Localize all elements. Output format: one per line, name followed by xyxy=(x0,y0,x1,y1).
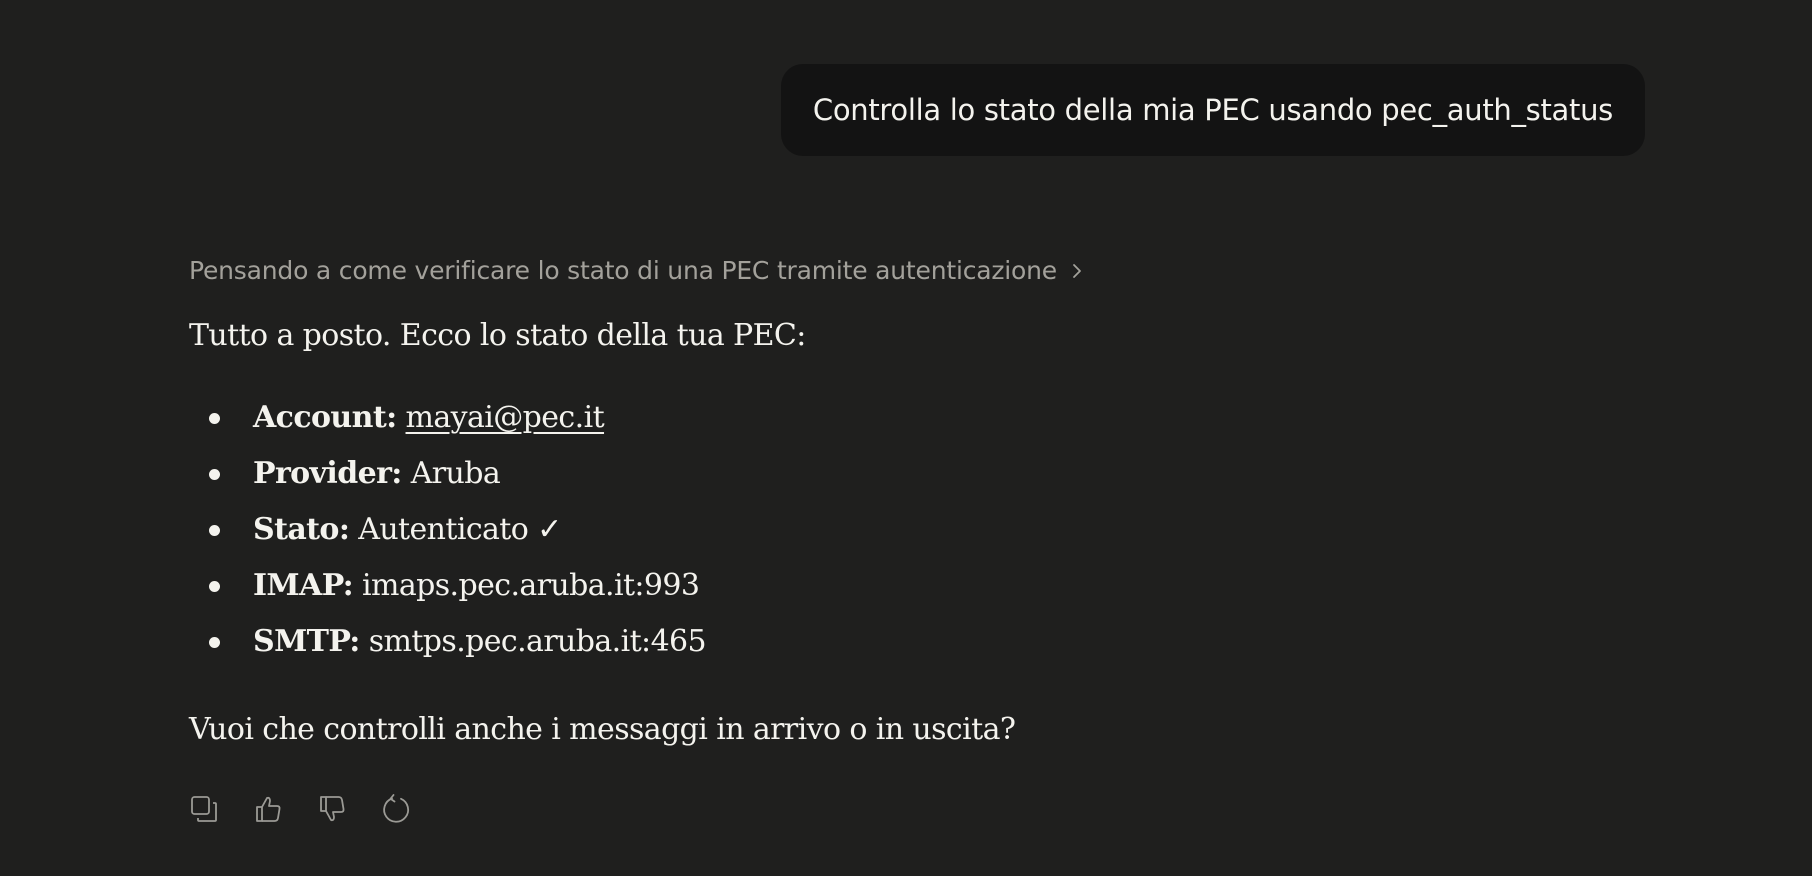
thumbs-down-button[interactable] xyxy=(317,794,347,824)
smtp-label: SMTP: xyxy=(253,624,360,659)
thumbs-up-icon xyxy=(256,796,281,822)
copy-icon xyxy=(191,796,217,822)
imap-label: IMAP: xyxy=(253,568,354,603)
chevron-right-icon xyxy=(1073,263,1081,278)
thinking-toggle[interactable]: Pensando a come verificare lo stato di u… xyxy=(189,256,1083,285)
list-item-account: Account: mayai@pec.it xyxy=(189,390,706,446)
list-item-smtp: SMTP: smtps.pec.aruba.it:465 xyxy=(189,614,707,670)
follow-up-question: Vuoi che controlli anche i messaggi in a… xyxy=(189,712,1016,747)
account-label: Account: xyxy=(253,400,397,435)
imap-value: imaps.pec.aruba.it:993 xyxy=(362,568,700,603)
message-actions xyxy=(189,794,411,824)
provider-label: Provider: xyxy=(253,456,402,491)
thumbs-down-icon xyxy=(320,796,345,822)
bullet xyxy=(209,413,220,424)
list-item-status: Stato: Autenticato ✓ xyxy=(189,502,706,558)
status-label: Stato: xyxy=(253,512,350,547)
list-item-imap: IMAP: imaps.pec.aruba.it:993 xyxy=(189,558,706,614)
retry-icon xyxy=(383,794,410,823)
thinking-label: Pensando a come verificare lo stato di u… xyxy=(189,256,1057,285)
bullet xyxy=(209,637,220,648)
assistant-response: Pensando a come verificare lo stato di u… xyxy=(189,256,1589,747)
status-value: Autenticato ✓ xyxy=(358,512,562,547)
chat-page: Controlla lo stato della mia PEC usando … xyxy=(0,0,1812,876)
pec-status-list: Account: mayai@pec.it Provider: Aruba St… xyxy=(189,390,707,670)
bullet xyxy=(209,525,220,536)
account-email-link[interactable]: mayai@pec.it xyxy=(406,400,605,435)
copy-button[interactable] xyxy=(189,794,219,824)
answer-intro: Tutto a posto. Ecco lo stato della tua P… xyxy=(189,318,806,353)
bullet xyxy=(209,469,220,480)
smtp-value: smtps.pec.aruba.it:465 xyxy=(368,624,707,659)
provider-value: Aruba xyxy=(410,456,501,491)
user-message-bubble: Controlla lo stato della mia PEC usando … xyxy=(780,64,1645,156)
user-message-text: Controlla lo stato della mia PEC usando … xyxy=(812,93,1613,127)
retry-button[interactable] xyxy=(381,794,411,824)
bullet xyxy=(209,581,220,592)
thumbs-up-button[interactable] xyxy=(253,794,283,824)
list-item-provider: Provider: Aruba xyxy=(189,446,706,502)
